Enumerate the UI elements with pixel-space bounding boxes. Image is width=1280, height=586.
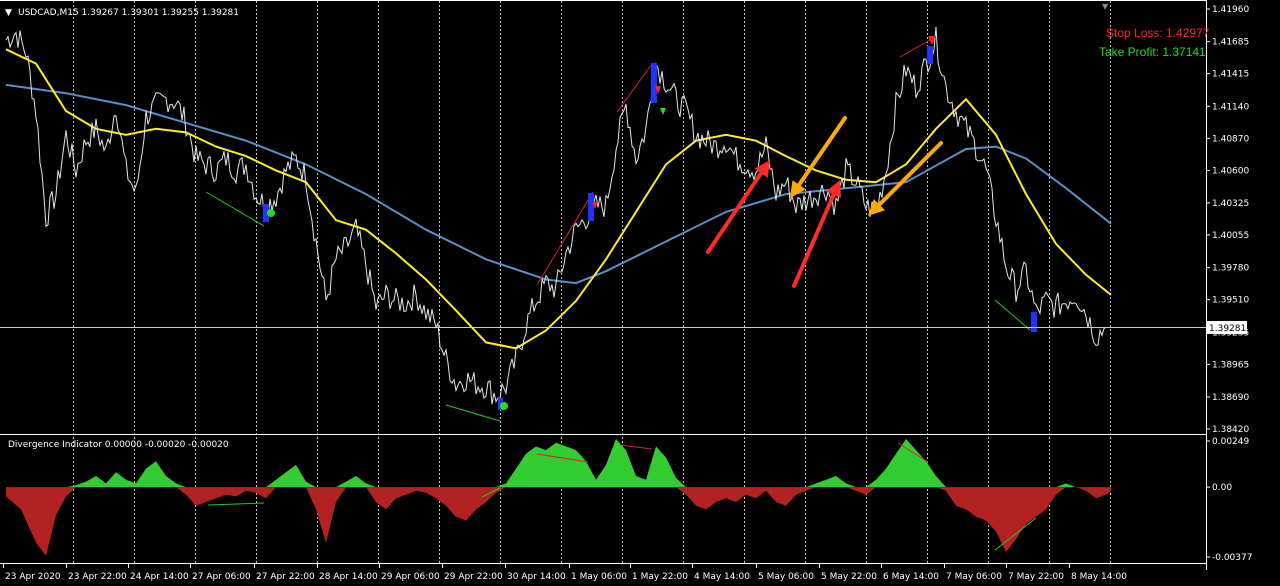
y-tick-label: 1.40055 <box>1212 231 1249 241</box>
x-tick-label: 24 Apr 14:00 <box>130 572 189 582</box>
indicator-title: Divergence Indicator 0.00000 -0.00020 -0… <box>8 440 229 450</box>
y-tick-label: 1.38420 <box>1212 425 1249 435</box>
symbol-header: USDCAD,M15 1.39267 1.39301 1.39255 1.392… <box>18 8 239 18</box>
x-tick-label: 5 May 22:00 <box>821 572 877 582</box>
x-tick-label: 27 Apr 06:00 <box>192 572 251 582</box>
x-tick-label: 7 May 06:00 <box>946 572 1002 582</box>
x-tick-label: 8 May 14:00 <box>1071 572 1127 582</box>
y-tick-label: 1.41140 <box>1212 102 1249 112</box>
take-profit-label: Take Profit: 1.37141 <box>1099 45 1206 59</box>
y-tick-label: 1.41960 <box>1212 5 1249 15</box>
buy-arrow-icon <box>500 402 508 410</box>
buy-arrow-icon <box>267 209 275 217</box>
x-tick-label: 23 Apr 22:00 <box>68 572 127 582</box>
y-tick-label: 1.39780 <box>1212 264 1249 274</box>
x-tick-label: 23 Apr 2020 <box>5 572 61 582</box>
y-tick-label: 1.39510 <box>1212 296 1249 306</box>
x-tick-label: 29 Apr 22:00 <box>444 572 503 582</box>
y-tick-label: 1.41685 <box>1212 38 1249 48</box>
sell-signal-marker <box>651 63 657 103</box>
y-tick-label: 1.40870 <box>1212 134 1249 144</box>
x-tick-label: 27 Apr 22:00 <box>256 572 315 582</box>
x-tick-label: 4 May 14:00 <box>694 572 750 582</box>
collapse-triangle-icon[interactable]: ▼ <box>5 8 12 18</box>
indicator-y-tick-label: 0.00249 <box>1212 437 1249 447</box>
sell-signal-marker <box>927 46 933 64</box>
stop-loss-label: Stop Loss: 1.42977 <box>1106 26 1210 40</box>
x-tick-label: 28 Apr 14:00 <box>319 572 378 582</box>
indicator-y-tick-label: 0.00 <box>1212 483 1232 493</box>
y-tick-label: 1.40325 <box>1212 199 1249 209</box>
sell-signal-marker <box>588 193 594 221</box>
x-tick-label: 5 May 06:00 <box>758 572 814 582</box>
current-price-label: 1.39281 <box>1209 324 1246 334</box>
x-tick-label: 30 Apr 14:00 <box>507 572 566 582</box>
y-tick-label: 1.38965 <box>1212 360 1249 370</box>
x-tick-label: 1 May 22:00 <box>632 572 688 582</box>
x-tick-label: 29 Apr 06:00 <box>381 572 440 582</box>
y-tick-label: 1.38690 <box>1212 393 1249 403</box>
y-tick-label: 1.40600 <box>1212 166 1249 176</box>
buy-signal-marker <box>1031 312 1037 332</box>
indicator-y-tick-label: -0.00377 <box>1212 553 1252 563</box>
x-tick-label: 7 May 22:00 <box>1008 572 1064 582</box>
chart-canvas: 1.41960 1.41685 1.41415 1.41140 1.40870 1.406… <box>0 0 1280 586</box>
x-tick-label: 1 May 06:00 <box>571 572 627 582</box>
shift-marker-icon: ▼ <box>1102 2 1109 11</box>
y-tick-label: 1.41415 <box>1212 70 1249 80</box>
x-tick-label: 6 May 14:00 <box>883 572 939 582</box>
